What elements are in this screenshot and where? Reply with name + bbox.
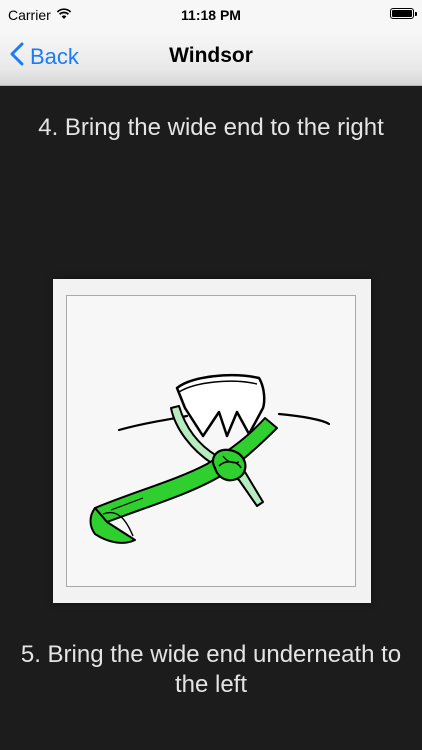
status-bar: Carrier 11:18 PM bbox=[0, 0, 422, 30]
current-step-instruction: 4. Bring the wide end to the right bbox=[38, 114, 384, 141]
battery-icon bbox=[390, 8, 417, 19]
status-time: 11:18 PM bbox=[181, 7, 241, 23]
next-step-instruction: 5. Bring the wide end underneath to the … bbox=[20, 641, 402, 698]
tie-knot-illustration bbox=[89, 373, 331, 544]
page-title: Windsor bbox=[169, 44, 253, 67]
navigation-bar: Back Windsor bbox=[0, 30, 422, 86]
illustration-card bbox=[53, 279, 371, 603]
illustration-frame bbox=[66, 295, 356, 587]
